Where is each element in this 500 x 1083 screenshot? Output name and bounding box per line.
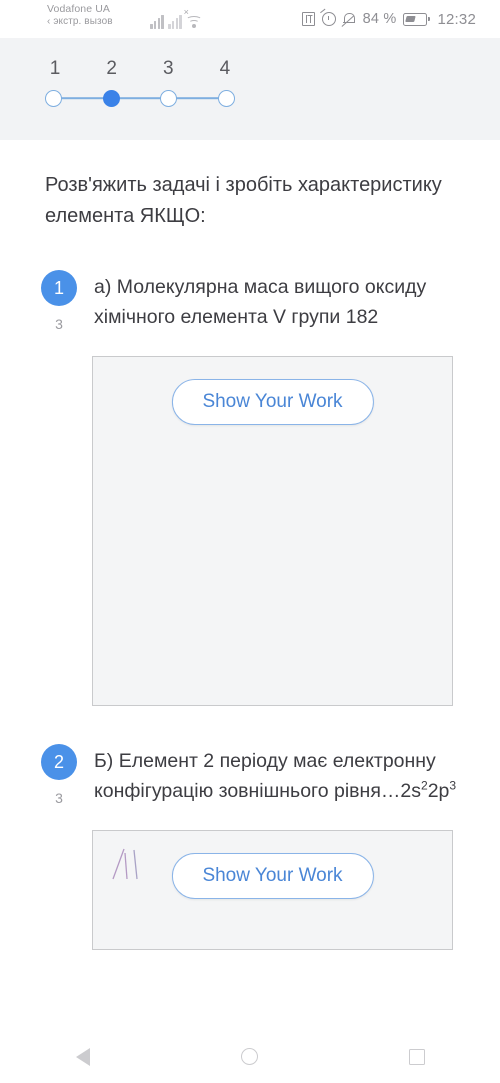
nav-back-button[interactable] [38, 1030, 128, 1083]
question-2-answer-box[interactable]: Show Your Work [92, 829, 453, 950]
question-1-text-part-1: а) Молекулярна маса вищого оксиду хімічн… [94, 276, 427, 329]
question-2-show-your-work-button[interactable]: Show Your Work [171, 852, 374, 899]
question-1-answer-box[interactable]: Show Your Work [92, 355, 453, 706]
question-2-text-part-1: Б) Елемент 2 періоду має електронну конф… [94, 749, 436, 803]
carrier-info: Vodafone UA экстр. вызов [47, 3, 113, 29]
content-area: Розв'яжить задачі і зробіть характеристи… [0, 140, 500, 950]
step-label-2: 2 [106, 58, 117, 79]
step-dot-3[interactable] [160, 89, 178, 107]
alarm-icon [321, 12, 336, 26]
question-2-text-part-2: 2p [427, 780, 450, 803]
question-block-2: 2 3 Б) Елемент 2 періоду має електронну … [0, 743, 500, 950]
question-1-header: 1 3 а) Молекулярна маса вищого оксиду хі… [0, 270, 500, 333]
bottom-fade-overlay [0, 1004, 500, 1030]
question-block-1: 1 3 а) Молекулярна маса вищого оксиду хі… [0, 270, 500, 706]
question-2-badge-column: 2 3 [24, 743, 94, 806]
stepper: 1 2 3 4 [45, 58, 235, 107]
battery-icon [403, 12, 431, 26]
wifi-icon [185, 15, 202, 29]
handwriting-ink-marks [112, 848, 138, 879]
signal-icons-group: × [150, 8, 202, 29]
carrier-name: Vodafone UA [47, 3, 110, 15]
question-1-badge-column: 1 3 [24, 270, 94, 332]
home-icon [241, 1048, 259, 1065]
step-label-4: 4 [219, 58, 231, 79]
stepper-labels: 1 2 3 4 [45, 58, 235, 80]
question-1-points: 3 [55, 316, 63, 332]
page-title: Розв'яжить задачі і зробіть характеристи… [45, 174, 442, 227]
question-2-sup-1: 2 [420, 778, 428, 793]
question-1-number-badge: 1 [41, 270, 77, 306]
question-1-text: а) Молекулярна маса вищого оксиду хімічн… [94, 270, 500, 333]
question-2-text: Б) Елемент 2 періоду має електронну конф… [94, 744, 500, 807]
carrier-emergency-label: экстр. вызов [47, 16, 113, 29]
question-2-number-badge: 2 [41, 743, 77, 780]
android-navigation-bar [0, 1030, 500, 1083]
signal-bars-icon [150, 15, 164, 29]
battery-percent-label: 84 % [362, 11, 397, 27]
nav-recents-button[interactable] [372, 1030, 462, 1083]
clock-label: 12:32 [437, 10, 476, 28]
stepper-band: 1 2 3 4 [0, 38, 500, 140]
stepper-track [45, 89, 235, 107]
question-1-show-your-work-button[interactable]: Show Your Work [171, 378, 374, 425]
step-dot-4[interactable] [217, 89, 235, 107]
question-2-sup-2: 3 [449, 778, 457, 793]
bell-muted-icon [342, 12, 356, 27]
stepper-connector-line [54, 97, 226, 99]
nfc-icon [301, 12, 315, 26]
step-dot-2[interactable] [102, 89, 120, 107]
step-label-1: 1 [49, 58, 61, 79]
recents-icon [408, 1048, 425, 1065]
status-bar: Vodafone UA экстр. вызов × 84 % 12:32 [0, 0, 500, 38]
step-label-3: 3 [163, 58, 174, 79]
nav-home-button[interactable] [205, 1030, 295, 1083]
status-right-group: 84 % 12:32 [301, 0, 476, 38]
question-2-points: 3 [55, 789, 63, 806]
signal-bars-sim2-icon: × [167, 8, 189, 29]
app-root: Vodafone UA экстр. вызов × 84 % 12:32 [0, 0, 500, 1083]
back-icon [76, 1047, 91, 1066]
question-2-header: 2 3 Б) Елемент 2 періоду має електронну … [0, 743, 500, 807]
step-dot-1[interactable] [45, 89, 62, 107]
